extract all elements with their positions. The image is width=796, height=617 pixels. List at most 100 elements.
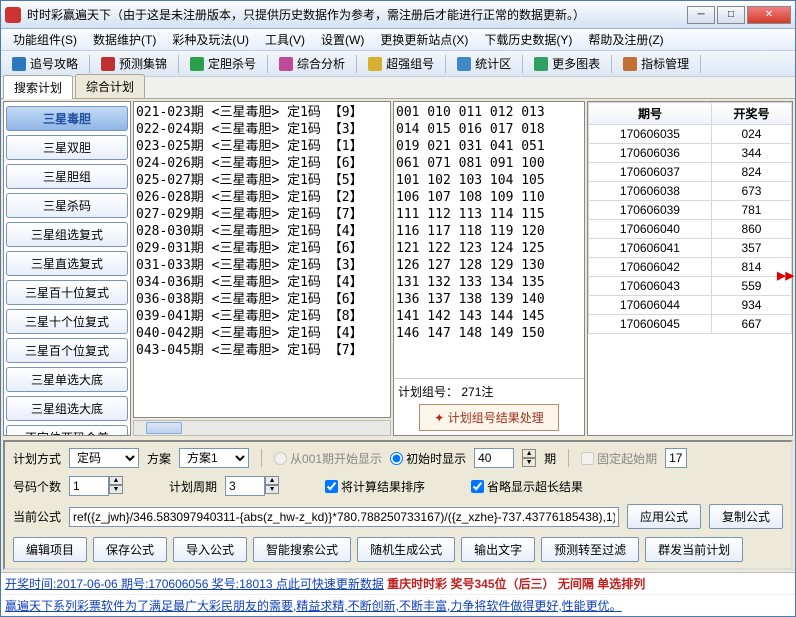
maximize-button[interactable]: □ (717, 6, 745, 24)
sidebar-item[interactable]: 三星百十位复式 (6, 280, 128, 305)
fixed-start-checkbox[interactable]: 固定起始期 (581, 450, 657, 467)
action-button[interactable]: 编辑项目 (13, 537, 87, 562)
menu-item[interactable]: 工具(V) (257, 29, 313, 50)
list-item[interactable]: 146 147 148 149 150 (396, 325, 582, 342)
list-item[interactable]: 061 071 081 091 100 (396, 155, 582, 172)
list-item[interactable]: 043-045期 <三星毒胆> 定1码 【7】 (136, 342, 388, 359)
menu-item[interactable]: 彩种及玩法(U) (164, 29, 257, 50)
table-row[interactable]: 170606042814 (589, 258, 792, 277)
hscrollbar[interactable] (133, 420, 391, 436)
list-item[interactable]: 131 132 133 134 135 (396, 274, 582, 291)
spin-up[interactable]: ▲ (109, 476, 123, 485)
toolbar-更多图表[interactable]: 更多图表 (527, 52, 607, 75)
sidebar-item[interactable]: 三星百个位复式 (6, 338, 128, 363)
number-list[interactable]: 001 010 011 012 013014 015 016 017 01801… (394, 102, 584, 378)
action-button[interactable]: 预测转至过滤 (541, 537, 639, 562)
radio-from-001[interactable]: 从001期开始显示 (274, 450, 382, 467)
plan-mode-select[interactable]: 定码 (69, 448, 139, 468)
list-item[interactable]: 027-029期 <三星毒胆> 定1码 【7】 (136, 206, 388, 223)
toolbar-预测集锦[interactable]: 预测集锦 (94, 52, 174, 75)
list-item[interactable]: 026-028期 <三星毒胆> 定1码 【2】 (136, 189, 388, 206)
radio-initial[interactable]: 初始时显示 (390, 450, 466, 467)
period-num-input[interactable] (474, 448, 514, 468)
sidebar-item[interactable]: 三星双胆 (6, 135, 128, 160)
action-button[interactable]: 智能搜索公式 (253, 537, 351, 562)
spin-down[interactable]: ▼ (109, 485, 123, 494)
list-item[interactable]: 111 112 113 114 115 (396, 206, 582, 223)
action-button[interactable]: 输出文字 (461, 537, 535, 562)
table-row[interactable]: 170606045667 (589, 315, 792, 334)
sidebar-item[interactable]: 三星组选复式 (6, 222, 128, 247)
sidebar-item[interactable]: 三星十个位复式 (6, 309, 128, 334)
spin-up[interactable]: ▲ (265, 476, 279, 485)
list-item[interactable]: 029-031期 <三星毒胆> 定1码 【6】 (136, 240, 388, 257)
list-item[interactable]: 034-036期 <三星毒胆> 定1码 【4】 (136, 274, 388, 291)
list-item[interactable]: 024-026期 <三星毒胆> 定1码 【6】 (136, 155, 388, 172)
list-item[interactable]: 023-025期 <三星毒胆> 定1码 【1】 (136, 138, 388, 155)
list-item[interactable]: 036-038期 <三星毒胆> 定1码 【6】 (136, 291, 388, 308)
table-header[interactable]: 开奖号 (711, 103, 791, 125)
action-button[interactable]: 随机生成公式 (357, 537, 455, 562)
action-button[interactable]: 保存公式 (93, 537, 167, 562)
scheme-select[interactable]: 方案1 (179, 448, 249, 468)
minimize-button[interactable]: ─ (687, 6, 715, 24)
list-item[interactable]: 031-033期 <三星毒胆> 定1码 【3】 (136, 257, 388, 274)
num-count-input[interactable] (69, 476, 109, 496)
close-button[interactable]: ✕ (747, 6, 791, 24)
spin-down[interactable]: ▼ (522, 458, 536, 467)
sidebar-item[interactable]: 三星胆组 (6, 164, 128, 189)
sort-checkbox[interactable]: 将计算结果排序 (325, 478, 425, 495)
sidebar-item[interactable]: 不定位两码合差 (6, 425, 128, 436)
list-item[interactable]: 126 127 128 129 130 (396, 257, 582, 274)
list-item[interactable]: 136 137 138 139 140 (396, 291, 582, 308)
list-item[interactable]: 019 021 031 041 051 (396, 138, 582, 155)
table-row[interactable]: 170606043559 (589, 277, 792, 296)
menu-item[interactable]: 数据维护(T) (85, 29, 164, 50)
table-row[interactable]: 170606041357 (589, 239, 792, 258)
toolbar-定胆杀号[interactable]: 定胆杀号 (183, 52, 263, 75)
table-row[interactable]: 170606037824 (589, 163, 792, 182)
formula-input[interactable] (69, 507, 619, 527)
sidebar-item[interactable]: 三星毒胆 (6, 106, 128, 131)
table-row[interactable]: 170606036344 (589, 144, 792, 163)
table-row[interactable]: 170606044934 (589, 296, 792, 315)
list-item[interactable]: 025-027期 <三星毒胆> 定1码 【5】 (136, 172, 388, 189)
tab-搜索计划[interactable]: 搜索计划 (3, 75, 73, 99)
tab-综合计划[interactable]: 综合计划 (75, 74, 145, 98)
list-item[interactable]: 101 102 103 104 105 (396, 172, 582, 189)
toolbar-统计区[interactable]: 统计区 (450, 52, 518, 75)
list-item[interactable]: 141 142 143 144 145 (396, 308, 582, 325)
action-button[interactable]: 导入公式 (173, 537, 247, 562)
menu-item[interactable]: 帮助及注册(Z) (580, 29, 671, 50)
table-row[interactable]: 170606039781 (589, 201, 792, 220)
list-item[interactable]: 116 117 118 119 120 (396, 223, 582, 240)
list-item[interactable]: 014 015 016 017 018 (396, 121, 582, 138)
action-button[interactable]: 群发当前计划 (645, 537, 743, 562)
toolbar-追号攻略[interactable]: 追号攻略 (5, 52, 85, 75)
sidebar-item[interactable]: 三星组选大底 (6, 396, 128, 421)
table-row[interactable]: 170606035024 (589, 125, 792, 144)
list-item[interactable]: 106 107 108 109 110 (396, 189, 582, 206)
spin-down[interactable]: ▼ (265, 485, 279, 494)
menu-item[interactable]: 下载历史数据(Y) (476, 29, 580, 50)
list-item[interactable]: 001 010 011 012 013 (396, 104, 582, 121)
fixed-start-input[interactable] (665, 448, 687, 468)
scroll-right-icon[interactable]: ▶▶ (777, 269, 794, 282)
omit-checkbox[interactable]: 省略显示超长结果 (471, 478, 583, 495)
sidebar-item[interactable]: 三星直选复式 (6, 251, 128, 276)
menu-item[interactable]: 更换更新站点(X) (372, 29, 476, 50)
table-header[interactable]: 期号 (589, 103, 712, 125)
list-item[interactable]: 028-030期 <三星毒胆> 定1码 【4】 (136, 223, 388, 240)
sidebar-item[interactable]: 三星杀码 (6, 193, 128, 218)
table-row[interactable]: 170606040860 (589, 220, 792, 239)
results-table[interactable]: 期号开奖号17060603502417060603634417060603782… (588, 102, 792, 334)
list-item[interactable]: 121 122 123 124 125 (396, 240, 582, 257)
menu-item[interactable]: 设置(W) (313, 29, 372, 50)
cycle-input[interactable] (225, 476, 265, 496)
toolbar-超强组号[interactable]: 超强组号 (361, 52, 441, 75)
list-item[interactable]: 040-042期 <三星毒胆> 定1码 【4】 (136, 325, 388, 342)
group-result-button[interactable]: ✦ 计划组号结果处理 (419, 404, 558, 431)
copy-formula-button[interactable]: 复制公式 (709, 504, 783, 529)
menu-item[interactable]: 功能组件(S) (5, 29, 85, 50)
list-item[interactable]: 022-024期 <三星毒胆> 定1码 【3】 (136, 121, 388, 138)
